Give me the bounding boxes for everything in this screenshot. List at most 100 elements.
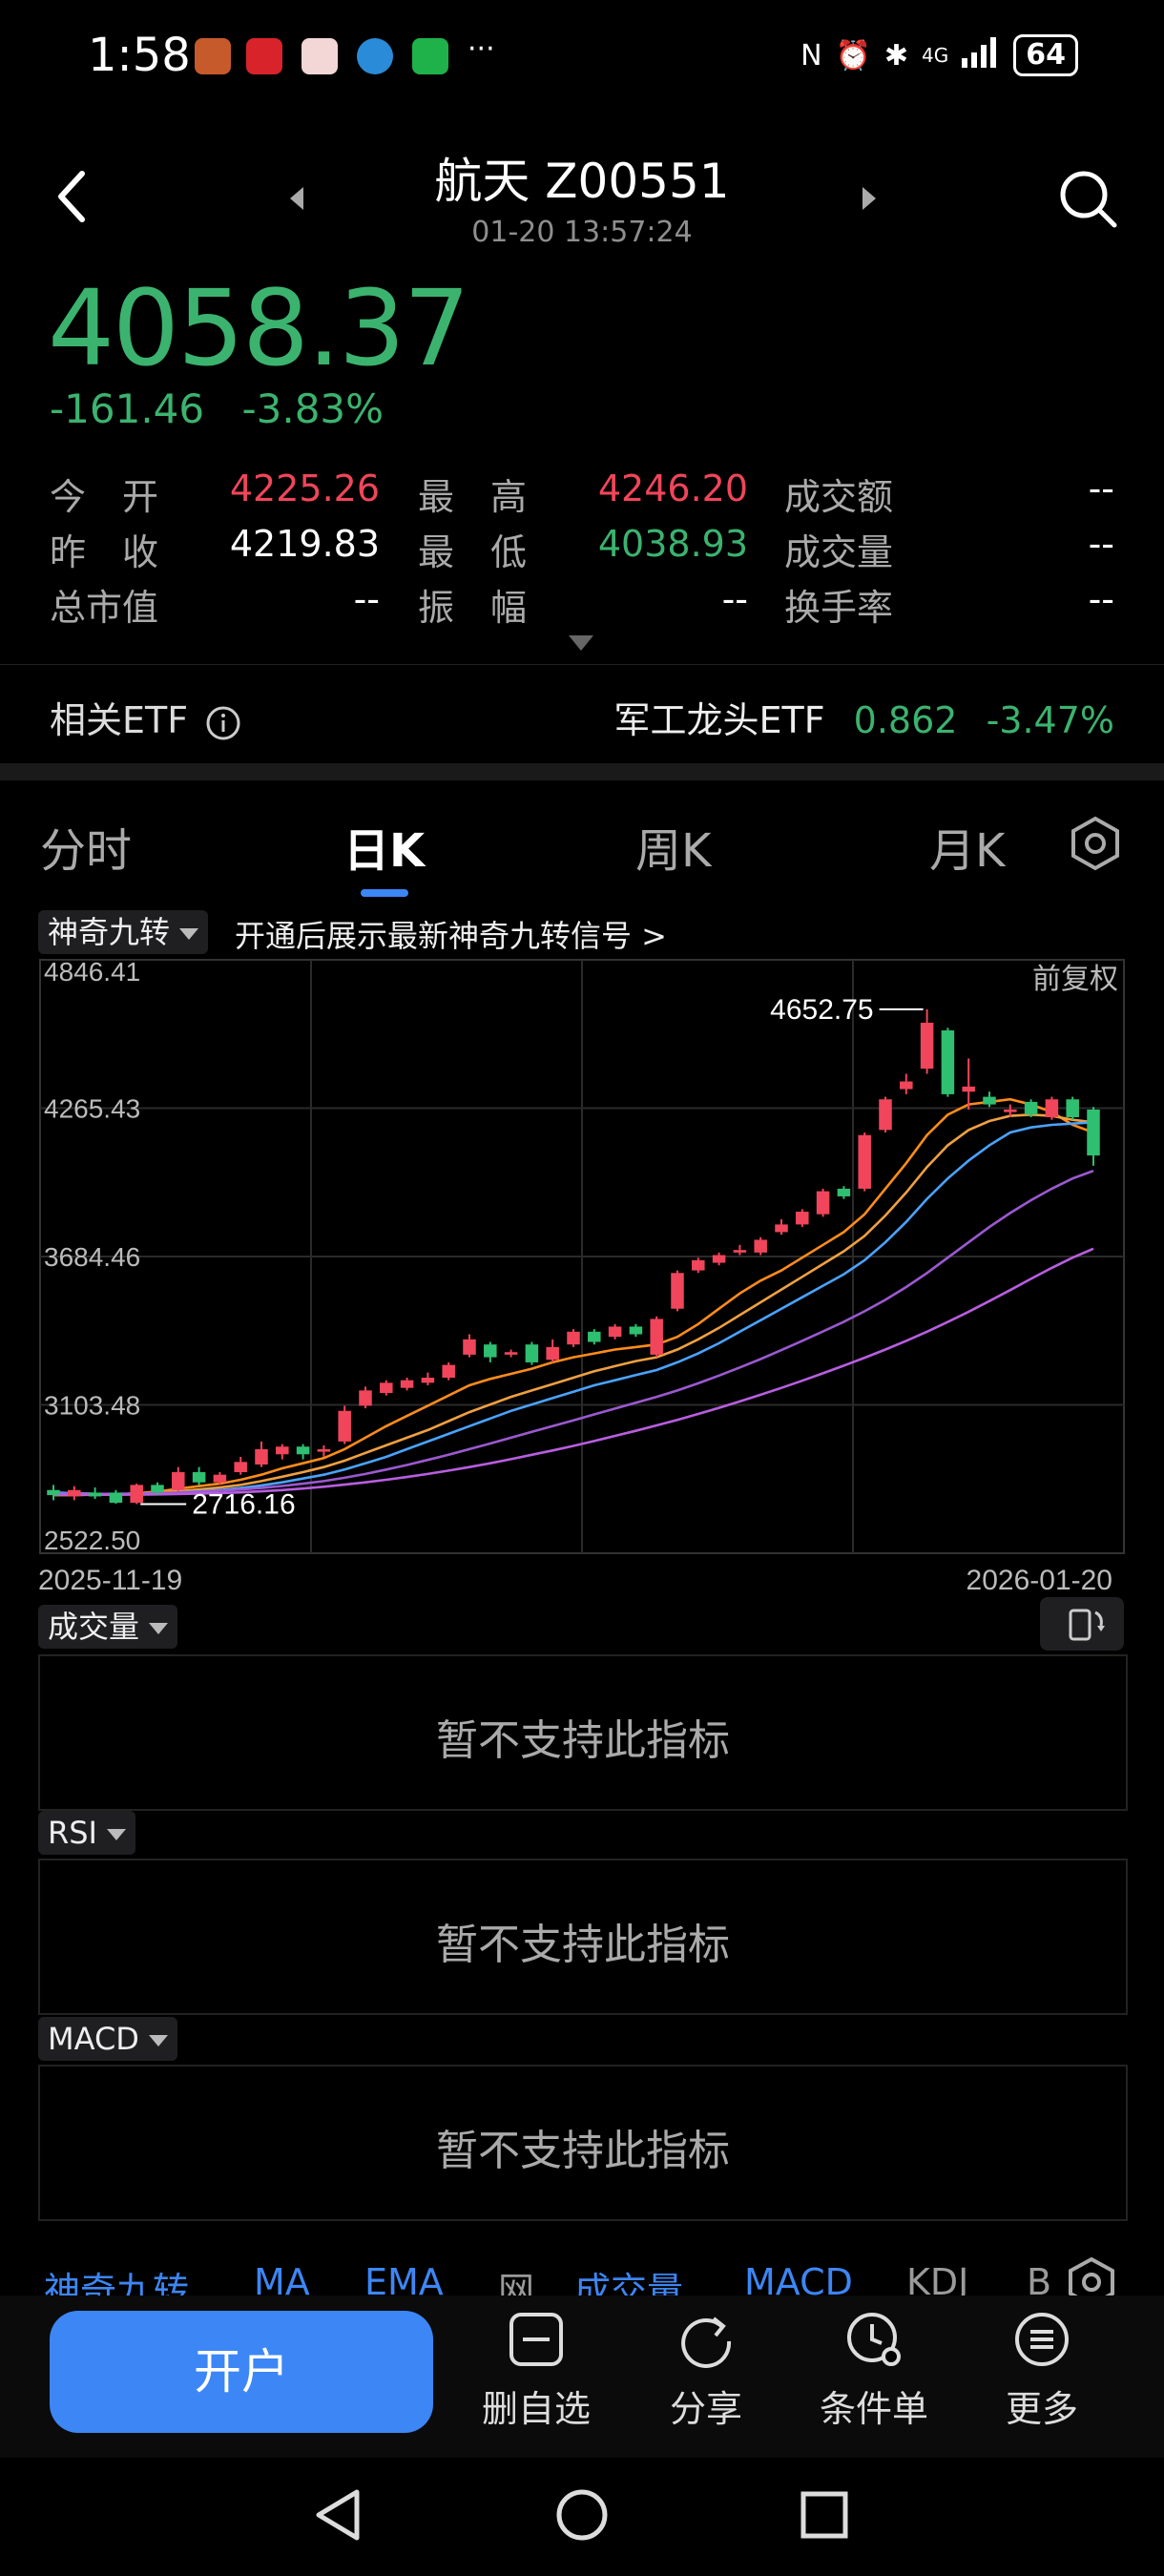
- x-start-label: 2025-11-19: [38, 1565, 182, 1596]
- high-marker-label: 4652.75: [770, 994, 873, 1026]
- candle-body: [296, 1446, 310, 1455]
- macd-dropdown-label: MACD: [48, 2021, 139, 2057]
- candle-body: [837, 1188, 851, 1196]
- stat-label: 总市值: [50, 587, 159, 629]
- bluetooth-icon: ✱: [883, 38, 909, 73]
- share-icon: [681, 2316, 732, 2368]
- candle-body: [484, 1344, 497, 1358]
- candle-body: [567, 1331, 580, 1345]
- indicator-tab-bar: 神奇九转 MA EMA 网 成交量 MACD KDJ B: [0, 2248, 1164, 2296]
- nfc-icon: N: [800, 38, 822, 73]
- rsi-dropdown-label: RSI: [48, 1815, 97, 1851]
- candle-body: [504, 1352, 518, 1355]
- indicator-tab-td[interactable]: 神奇九转: [44, 2261, 189, 2296]
- rsi-dropdown[interactable]: RSI: [38, 1811, 135, 1855]
- change-amount: -161.46: [50, 385, 205, 432]
- candle-body: [359, 1390, 372, 1406]
- app-notification-icon: [357, 38, 393, 74]
- open-account-button[interactable]: 开户: [50, 2311, 433, 2433]
- x-end-label: 2026-01-20: [967, 1565, 1112, 1596]
- stat-label: 最 高: [418, 476, 528, 518]
- indicator-settings-icon[interactable]: [1065, 2255, 1118, 2296]
- stat-value: --: [1088, 467, 1114, 509]
- candle-body: [317, 1448, 331, 1452]
- candle-body: [442, 1364, 455, 1378]
- y-tick-label: 3684.46: [44, 1242, 140, 1272]
- chevron-down-icon: [106, 1829, 126, 1840]
- candle-body: [754, 1239, 767, 1253]
- candlestick-chart[interactable]: 4846.41 4265.43 3684.46 3103.48 2522.50 前复权 20…: [19, 945, 1145, 1612]
- nav-home-icon[interactable]: [553, 2486, 611, 2547]
- status-icons: N ⏰ ✱ 4G 64: [800, 34, 1078, 76]
- etf-change: -3.47%: [986, 699, 1114, 741]
- app-notification-icon: [301, 38, 338, 74]
- candle-body: [1066, 1099, 1079, 1117]
- tab-daily-k[interactable]: 日K: [343, 813, 425, 880]
- moving-average-line: [52, 1121, 1094, 1496]
- network-type: 4G: [922, 44, 949, 67]
- candle-body: [255, 1448, 268, 1465]
- chart-settings-icon[interactable]: [1067, 815, 1124, 876]
- indicator-tab-grid[interactable]: 网: [498, 2261, 534, 2296]
- more-icon: [1015, 2313, 1069, 2366]
- indicator-tab-ema[interactable]: EMA: [364, 2261, 444, 2296]
- more-notifications: ···: [468, 32, 495, 66]
- nav-back-icon[interactable]: [311, 2486, 368, 2547]
- candle-body: [775, 1224, 788, 1233]
- low-marker-label: 2716.16: [192, 1488, 295, 1520]
- candle-body: [900, 1081, 913, 1090]
- share-button[interactable]: 分享: [630, 2309, 782, 2432]
- indicator-tab-kdj[interactable]: KDJ: [906, 2261, 968, 2296]
- nav-recents-icon[interactable]: [796, 2486, 853, 2547]
- y-tick-label: 2522.50: [44, 1526, 140, 1555]
- rsi-unsupported-message: 暂不支持此指标: [436, 1921, 730, 1969]
- rsi-panel: 暂不支持此指标: [38, 1859, 1128, 2015]
- battery-indicator: 64: [1013, 34, 1078, 76]
- macd-dropdown[interactable]: MACD: [38, 2017, 177, 2061]
- more-button[interactable]: 更多: [966, 2309, 1118, 2432]
- candle-body: [1004, 1109, 1017, 1112]
- wechat-icon: [412, 38, 448, 74]
- candle-body: [983, 1096, 996, 1105]
- related-etf-label: 相关ETF: [50, 691, 241, 743]
- indicator-tab-ma[interactable]: MA: [254, 2261, 310, 2296]
- candle-body: [400, 1380, 414, 1388]
- price-change: -161.46 -3.83%: [50, 385, 384, 432]
- moving-average-line: [53, 1112, 1094, 1497]
- candle-body: [1087, 1109, 1100, 1156]
- expand-stats-icon[interactable]: [569, 635, 593, 656]
- alarm-icon: ⏰: [835, 38, 871, 73]
- indicator-tab-volume[interactable]: 成交量: [574, 2261, 683, 2296]
- rotate-screen-icon[interactable]: [1040, 1597, 1124, 1651]
- candle-body: [692, 1259, 705, 1271]
- candle-body: [650, 1319, 663, 1355]
- tab-weekly-k[interactable]: 周K: [635, 813, 711, 880]
- tab-monthly-k[interactable]: 月K: [929, 813, 1005, 880]
- share-label: 分享: [669, 2388, 742, 2430]
- candle-body: [608, 1326, 622, 1338]
- volume-panel: 暂不支持此指标: [38, 1654, 1128, 1811]
- candle-body: [712, 1255, 726, 1263]
- candle-body: [858, 1134, 871, 1189]
- conditional-order-button[interactable]: 条件单: [798, 2309, 950, 2432]
- related-etf-quote[interactable]: 军工龙头ETF 0.862 -3.47%: [613, 691, 1114, 743]
- candle-body: [816, 1191, 830, 1215]
- search-icon[interactable]: [1057, 168, 1118, 233]
- candle-body: [192, 1472, 206, 1483]
- conditional-order-icon: [847, 2313, 901, 2366]
- etf-price: 0.862: [853, 699, 958, 741]
- info-icon[interactable]: [205, 705, 241, 741]
- indicator-tab-boll[interactable]: B: [1027, 2261, 1051, 2296]
- candle-body: [421, 1377, 435, 1383]
- stat-value: 4038.93: [597, 523, 748, 565]
- indicator-tab-macd[interactable]: MACD: [744, 2261, 853, 2296]
- active-tab-indicator: [361, 889, 408, 897]
- remove-watchlist-button[interactable]: 删自选: [460, 2309, 613, 2432]
- volume-dropdown-label: 成交量: [48, 1609, 140, 1645]
- next-stock-icon[interactable]: [859, 187, 878, 214]
- page-title: 航天 Z00551: [434, 154, 730, 209]
- tab-intraday[interactable]: 分时: [40, 813, 132, 880]
- volume-dropdown[interactable]: 成交量: [38, 1605, 178, 1649]
- status-time: 1:58: [88, 29, 191, 82]
- y-tick-label: 4846.41: [44, 957, 140, 987]
